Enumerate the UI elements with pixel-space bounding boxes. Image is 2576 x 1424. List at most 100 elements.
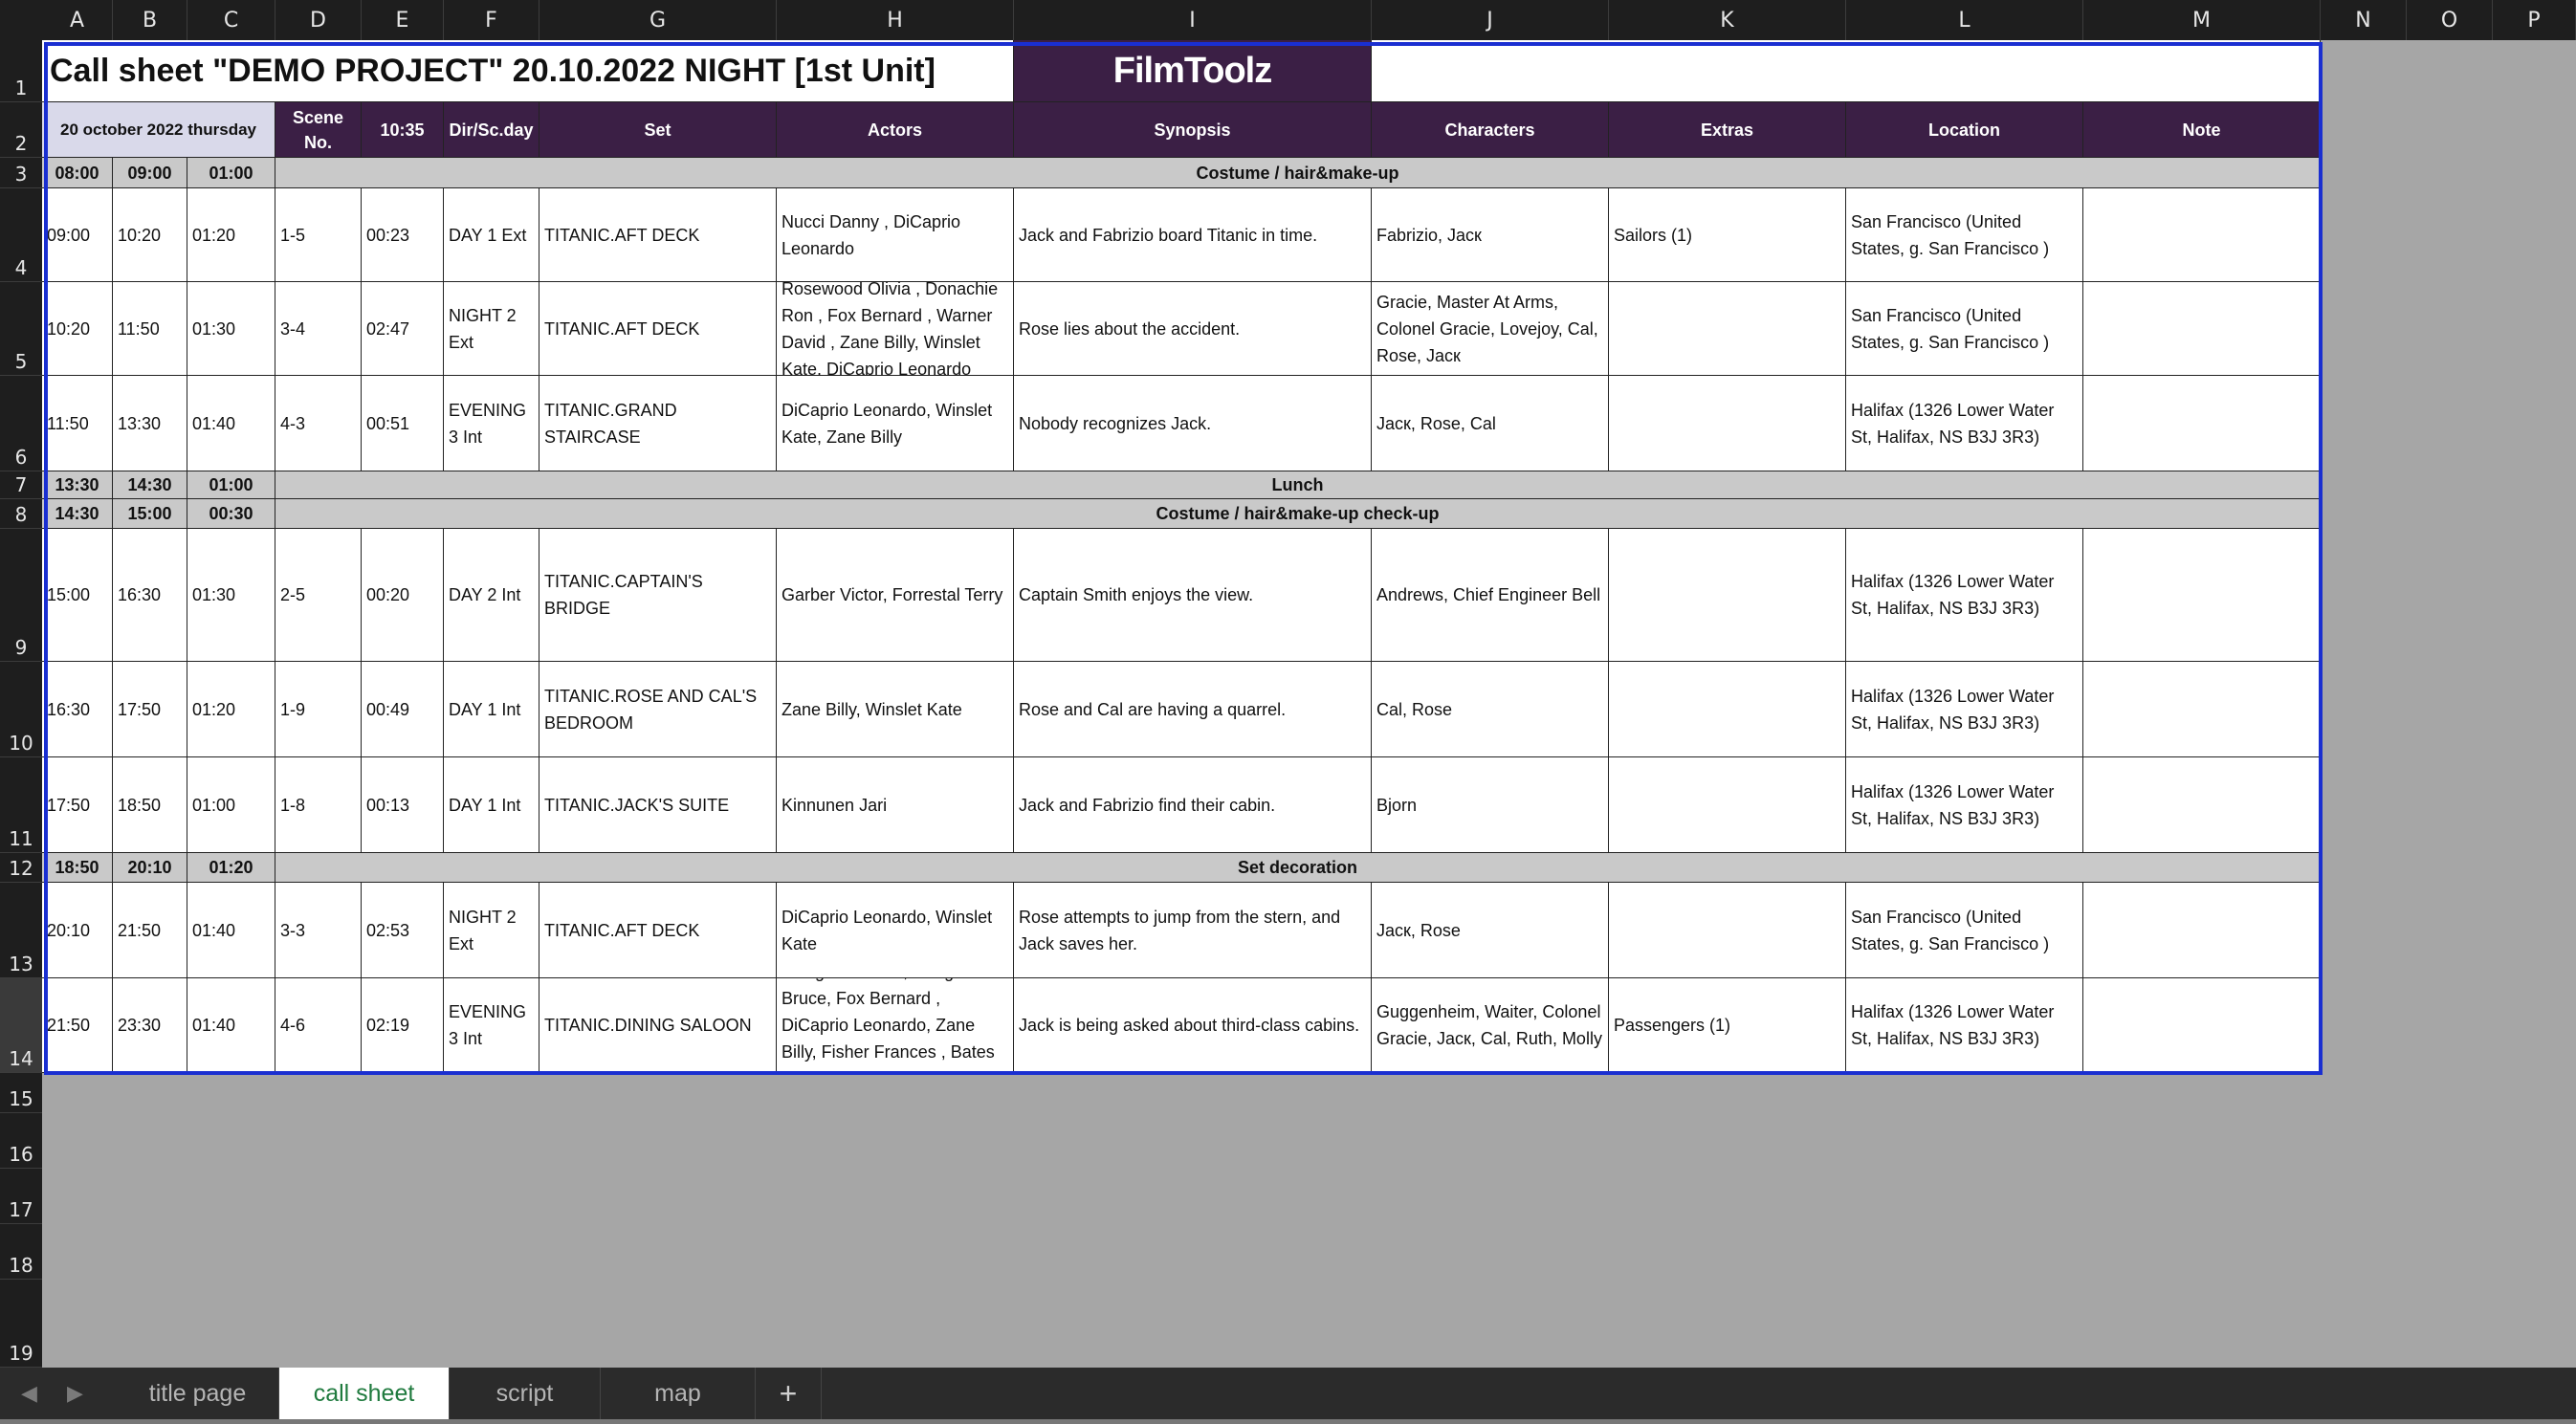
scene-number[interactable]: 1-9 bbox=[275, 662, 362, 757]
break-start-time[interactable]: 08:00 bbox=[42, 158, 113, 188]
scene-duration[interactable]: 01:40 bbox=[187, 883, 275, 978]
row-header-14[interactable]: 14 bbox=[0, 978, 42, 1073]
scene-synopsis[interactable]: Captain Smith enjoys the view. bbox=[1014, 529, 1372, 662]
header-location[interactable]: Location bbox=[1846, 102, 2083, 158]
scene-note[interactable] bbox=[2083, 757, 2321, 853]
scene-number[interactable]: 4-6 bbox=[275, 978, 362, 1073]
scene-dir-day[interactable]: EVENING 3 Int bbox=[444, 978, 539, 1073]
scene-duration[interactable]: 01:30 bbox=[187, 282, 275, 376]
scene-note[interactable] bbox=[2083, 188, 2321, 282]
scene-note[interactable] bbox=[2083, 978, 2321, 1073]
scene-extras[interactable]: Sailors (1) bbox=[1609, 188, 1846, 282]
break-label[interactable]: Lunch bbox=[275, 471, 2321, 499]
column-header-o[interactable]: O bbox=[2407, 0, 2493, 40]
break-label[interactable]: Set decoration bbox=[275, 853, 2321, 883]
column-header-n[interactable]: N bbox=[2321, 0, 2407, 40]
scene-start-time[interactable]: 20:10 bbox=[42, 883, 113, 978]
scene-set[interactable]: TITANIC.ROSE AND CAL'S BEDROOM bbox=[539, 662, 777, 757]
row-header-6[interactable]: 6 bbox=[0, 376, 42, 471]
scene-note[interactable] bbox=[2083, 662, 2321, 757]
column-header-i[interactable]: I bbox=[1014, 0, 1372, 40]
header-characters[interactable]: Characters bbox=[1372, 102, 1609, 158]
break-duration[interactable]: 01:20 bbox=[187, 853, 275, 883]
add-sheet-button[interactable]: + bbox=[756, 1368, 822, 1419]
scene-dir-day[interactable]: DAY 1 Ext bbox=[444, 188, 539, 282]
title-blank-cell[interactable] bbox=[1372, 40, 2321, 102]
break-duration[interactable]: 01:00 bbox=[187, 158, 275, 188]
row-header-10[interactable]: 10 bbox=[0, 662, 42, 757]
column-header-m[interactable]: M bbox=[2083, 0, 2321, 40]
scene-start-time[interactable]: 15:00 bbox=[42, 529, 113, 662]
tab-map[interactable]: map bbox=[601, 1368, 756, 1419]
scene-actors[interactable]: Garber Victor, Forrestal Terry bbox=[777, 529, 1014, 662]
scene-extras[interactable] bbox=[1609, 529, 1846, 662]
scene-actors[interactable]: Ensign Michael , Coughran Bruce, Fox Ber… bbox=[777, 978, 1014, 1073]
scene-start-time[interactable]: 17:50 bbox=[42, 757, 113, 853]
scene-dir-day[interactable]: NIGHT 2 Ext bbox=[444, 282, 539, 376]
scene-location[interactable]: Halifax (1326 Lower Water St, Halifax, N… bbox=[1846, 529, 2083, 662]
scene-set[interactable]: TITANIC.AFT DECK bbox=[539, 883, 777, 978]
row-header-15[interactable]: 15 bbox=[0, 1073, 42, 1113]
scene-length[interactable]: 00:20 bbox=[362, 529, 444, 662]
scene-end-time[interactable]: 11:50 bbox=[113, 282, 187, 376]
spreadsheet-grid[interactable]: ABCDEFGHIJKLMNOP 1 2 3 4 5 6 7 8 9 10 11 12 13 14 15 16… bbox=[0, 0, 2576, 1368]
scene-dir-day[interactable]: EVENING 3 Int bbox=[444, 376, 539, 471]
filmtoolz-logo[interactable]: FilmToolz bbox=[1014, 40, 1372, 102]
scene-number[interactable]: 4-3 bbox=[275, 376, 362, 471]
scene-location[interactable]: Halifax (1326 Lower Water St, Halifax, N… bbox=[1846, 662, 2083, 757]
scene-extras[interactable] bbox=[1609, 883, 1846, 978]
scene-length[interactable]: 00:49 bbox=[362, 662, 444, 757]
break-start-time[interactable]: 13:30 bbox=[42, 471, 113, 499]
scene-characters[interactable]: Fabrizio, Јаск bbox=[1372, 188, 1609, 282]
column-header-f[interactable]: F bbox=[444, 0, 539, 40]
scene-characters[interactable]: Јаск, Rose bbox=[1372, 883, 1609, 978]
column-header-d[interactable]: D bbox=[275, 0, 362, 40]
column-header-k[interactable]: K bbox=[1609, 0, 1846, 40]
scene-extras[interactable] bbox=[1609, 662, 1846, 757]
header-time[interactable]: 10:35 bbox=[362, 102, 444, 158]
scene-extras[interactable] bbox=[1609, 757, 1846, 853]
scene-characters[interactable]: Јаск, Rose, Cal bbox=[1372, 376, 1609, 471]
scene-number[interactable]: 1-5 bbox=[275, 188, 362, 282]
scene-length[interactable]: 00:23 bbox=[362, 188, 444, 282]
scene-actors[interactable]: Rosewood Olivia , Donachie Ron , Fox Ber… bbox=[777, 282, 1014, 376]
header-note[interactable]: Note bbox=[2083, 102, 2321, 158]
header-actors[interactable]: Actors bbox=[777, 102, 1014, 158]
scene-start-time[interactable]: 11:50 bbox=[42, 376, 113, 471]
scene-end-time[interactable]: 10:20 bbox=[113, 188, 187, 282]
scene-number[interactable]: 3-4 bbox=[275, 282, 362, 376]
tab-title-page[interactable]: title page bbox=[117, 1368, 279, 1419]
column-header-c[interactable]: C bbox=[187, 0, 275, 40]
scene-end-time[interactable]: 13:30 bbox=[113, 376, 187, 471]
row-header-7[interactable]: 7 bbox=[0, 471, 42, 499]
scene-dir-day[interactable]: DAY 1 Int bbox=[444, 662, 539, 757]
scene-note[interactable] bbox=[2083, 529, 2321, 662]
scene-duration[interactable]: 01:40 bbox=[187, 376, 275, 471]
scene-duration[interactable]: 01:40 bbox=[187, 978, 275, 1073]
scene-duration[interactable]: 01:20 bbox=[187, 188, 275, 282]
scene-location[interactable]: Halifax (1326 Lower Water St, Halifax, N… bbox=[1846, 757, 2083, 853]
scene-synopsis[interactable]: Jack and Fabrizio find their cabin. bbox=[1014, 757, 1372, 853]
tab-call-sheet[interactable]: call sheet bbox=[279, 1368, 450, 1419]
scene-start-time[interactable]: 16:30 bbox=[42, 662, 113, 757]
scene-characters[interactable]: Cal, Rose bbox=[1372, 662, 1609, 757]
scene-characters[interactable]: Guggenheim, Waiter, Colonel Gracie, Јаск… bbox=[1372, 978, 1609, 1073]
scene-end-time[interactable]: 17:50 bbox=[113, 662, 187, 757]
scene-location[interactable]: San Francisco (United States, g. San Fra… bbox=[1846, 883, 2083, 978]
scene-start-time[interactable]: 09:00 bbox=[42, 188, 113, 282]
column-header-e[interactable]: E bbox=[362, 0, 444, 40]
scene-actors[interactable]: Zane Billy, Winslet Kate bbox=[777, 662, 1014, 757]
column-header-h[interactable]: H bbox=[777, 0, 1014, 40]
scene-dir-day[interactable]: NIGHT 2 Ext bbox=[444, 883, 539, 978]
scene-synopsis[interactable]: Rose attempts to jump from the stern, an… bbox=[1014, 883, 1372, 978]
scene-synopsis[interactable]: Rose and Cal are having a quarrel. bbox=[1014, 662, 1372, 757]
break-end-time[interactable]: 14:30 bbox=[113, 471, 187, 499]
row-header-16[interactable]: 16 bbox=[0, 1113, 42, 1169]
scene-length[interactable]: 00:13 bbox=[362, 757, 444, 853]
break-start-time[interactable]: 14:30 bbox=[42, 499, 113, 529]
scene-duration[interactable]: 01:20 bbox=[187, 662, 275, 757]
row-header-5[interactable]: 5 bbox=[0, 282, 42, 376]
scene-set[interactable]: TITANIC.JACK'S SUITE bbox=[539, 757, 777, 853]
header-set[interactable]: Set bbox=[539, 102, 777, 158]
scene-end-time[interactable]: 21:50 bbox=[113, 883, 187, 978]
